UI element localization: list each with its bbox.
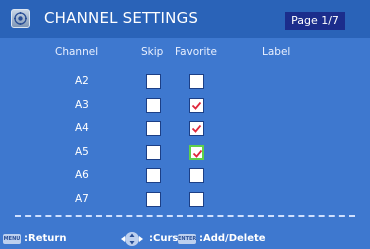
favorite-checkbox[interactable] — [189, 168, 204, 183]
favorite-checkbox[interactable] — [189, 74, 204, 89]
column-header-channel: Channel — [55, 46, 99, 58]
add-delete-hint: :Add/Delete — [199, 233, 266, 244]
skip-checkbox[interactable] — [146, 145, 161, 160]
channel-settings-screen: CHANNEL SETTINGS Page 1/7 Channel Skip F… — [0, 0, 370, 249]
channel-name: A3 — [75, 99, 89, 111]
channel-name: A7 — [75, 193, 89, 205]
skip-checkbox[interactable] — [146, 98, 161, 113]
direction-pad-icon — [119, 231, 145, 247]
footer-hints: MENU :Return :Cursor ENTER :Add/Delete — [0, 229, 370, 249]
channel-row[interactable]: A2 — [0, 74, 370, 92]
page-indicator: Page 1/7 — [285, 12, 345, 30]
channel-row[interactable]: A6 — [0, 168, 370, 186]
channel-row[interactable]: A7 — [0, 192, 370, 210]
skip-checkbox[interactable] — [146, 74, 161, 89]
check-icon — [191, 124, 202, 133]
favorite-checkbox[interactable] — [189, 121, 204, 136]
footer-divider — [15, 215, 355, 217]
channel-name: A4 — [75, 122, 89, 134]
return-hint: :Return — [24, 233, 67, 244]
channel-name: A6 — [75, 169, 89, 181]
channel-row[interactable]: A3 — [0, 98, 370, 116]
favorite-checkbox[interactable] — [189, 192, 204, 207]
check-icon — [192, 149, 203, 158]
skip-checkbox[interactable] — [146, 168, 161, 183]
enter-key-icon: ENTER — [178, 234, 197, 244]
channel-name: A2 — [75, 75, 89, 87]
channel-name: A5 — [75, 146, 89, 158]
check-icon — [191, 101, 202, 110]
favorite-checkbox[interactable] — [189, 145, 204, 160]
channel-row[interactable]: A4 — [0, 121, 370, 139]
page-title: CHANNEL SETTINGS — [44, 9, 199, 27]
column-header-favorite: Favorite — [175, 46, 217, 58]
settings-icon — [11, 9, 30, 28]
column-header-label: Label — [262, 46, 291, 58]
menu-key-icon: MENU — [3, 234, 21, 244]
skip-checkbox[interactable] — [146, 192, 161, 207]
title-bar: CHANNEL SETTINGS Page 1/7 — [0, 0, 370, 38]
skip-checkbox[interactable] — [146, 121, 161, 136]
column-header-skip: Skip — [141, 46, 164, 58]
channel-row[interactable]: A5 — [0, 145, 370, 163]
favorite-checkbox[interactable] — [189, 98, 204, 113]
